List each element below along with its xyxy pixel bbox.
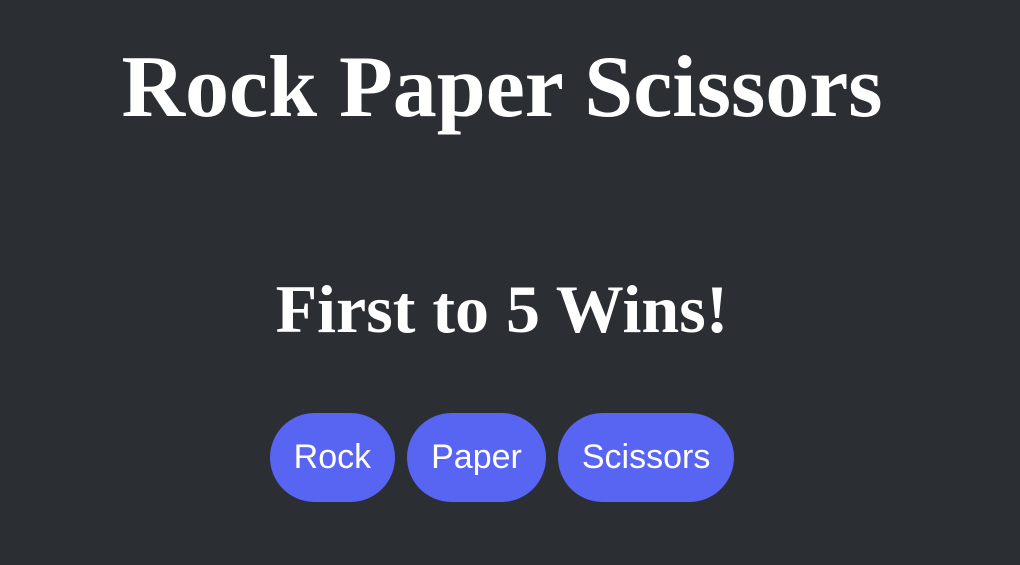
goal-heading: First to 5 Wins! <box>275 271 729 347</box>
page-title: Rock Paper Scissors <box>121 39 883 136</box>
paper-button[interactable]: Paper <box>407 413 546 502</box>
choice-buttons: Rock Paper Scissors <box>0 413 1004 502</box>
rock-button[interactable]: Rock <box>269 413 396 502</box>
scissors-button[interactable]: Scissors <box>557 413 735 502</box>
